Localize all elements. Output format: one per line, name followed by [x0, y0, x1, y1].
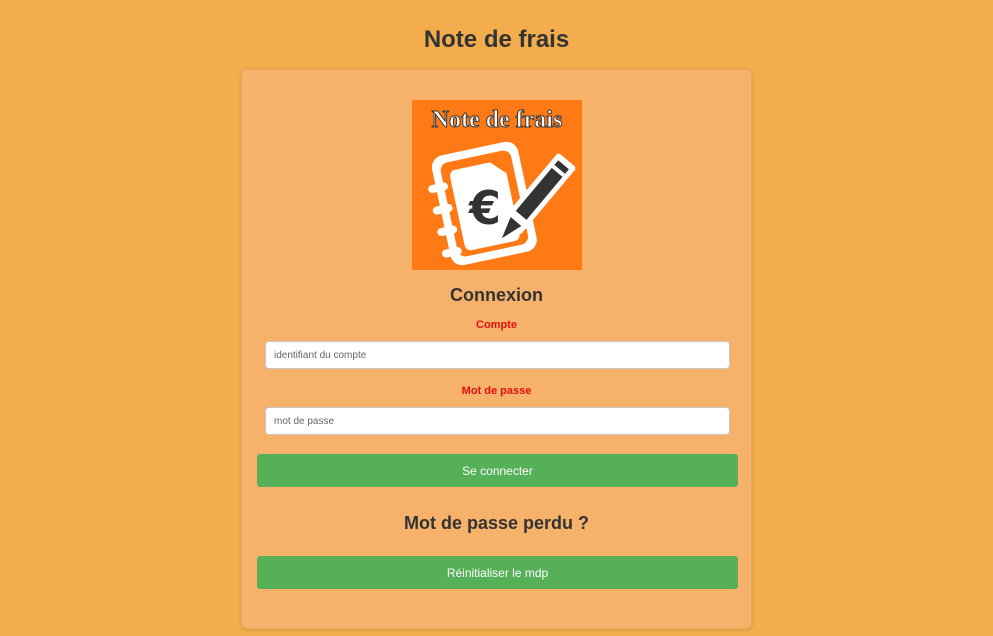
notebook-euro-pencil-icon: Note de frais €	[412, 100, 582, 270]
login-heading: Connexion	[450, 285, 543, 305]
logo-text: Note de frais	[432, 107, 563, 133]
page-title: Note de frais	[423, 26, 570, 53]
account-label: Compte	[476, 319, 517, 331]
app-logo: Note de frais €	[412, 100, 582, 270]
password-label: Mot de passe	[461, 385, 532, 397]
password-input[interactable]	[265, 407, 730, 435]
svg-text:€: €	[468, 181, 501, 235]
login-card: Note de frais € Connexion Compte identif…	[241, 69, 752, 629]
lost-password-heading: Mot de passe perdu ?	[403, 513, 590, 533]
reset-password-button[interactable]: Réinitialiser le mdp	[257, 556, 738, 589]
login-button[interactable]: Se connecter	[257, 454, 738, 487]
account-input[interactable]	[265, 341, 730, 369]
